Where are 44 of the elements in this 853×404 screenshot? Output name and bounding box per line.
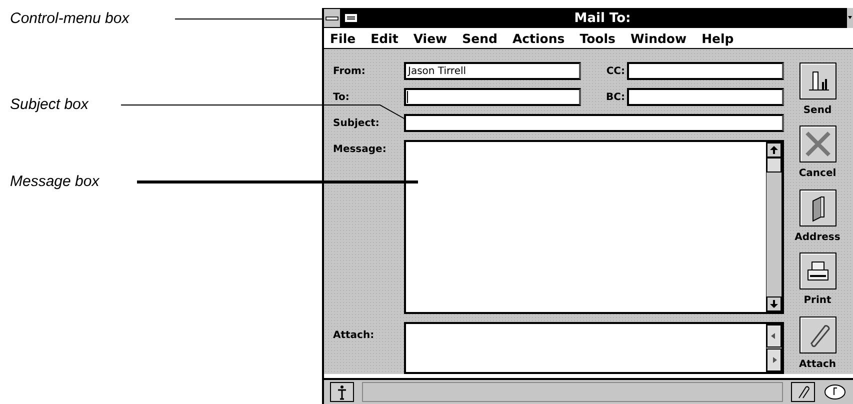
subject-field[interactable]	[404, 114, 784, 132]
toolbar-button[interactable]: Address	[794, 188, 840, 248]
menu-item[interactable]: Window	[630, 30, 687, 46]
field-label: From:	[333, 66, 366, 76]
toolbar-button[interactable]: Cancel	[798, 125, 836, 184]
callout-label: Subject box	[10, 96, 88, 113]
attach-field[interactable]	[404, 322, 784, 374]
cc-field[interactable]	[627, 62, 784, 80]
toolbar-button[interactable]: Print	[798, 252, 836, 311]
menu-item[interactable]: Actions	[512, 30, 565, 46]
menu-item[interactable]: Send	[462, 30, 498, 46]
field-label: CC:	[606, 66, 625, 76]
field-label: Message:	[333, 143, 386, 155]
field-label: BC:	[606, 92, 625, 102]
person-icon[interactable]	[330, 382, 354, 402]
menu-item[interactable]: Tools	[580, 30, 616, 46]
printer-icon	[798, 252, 836, 290]
callout-label: Control-menu box	[10, 10, 130, 27]
toolbar-button[interactable]: Attach	[798, 316, 836, 374]
menu-item[interactable]: Edit	[370, 30, 398, 46]
to-field[interactable]	[404, 88, 581, 106]
toolbar-button[interactable]: Send	[798, 62, 836, 120]
callout-label: Message box	[10, 173, 100, 190]
paperclip-icon[interactable]	[791, 382, 815, 402]
scroll-buttons[interactable]	[766, 324, 782, 372]
envelope-icon	[344, 13, 358, 23]
book-icon	[798, 188, 836, 227]
text-cursor	[407, 91, 408, 103]
vertical-scrollbar[interactable]	[766, 142, 782, 312]
field-label: Subject:	[333, 118, 380, 128]
window-title: Mail To:	[573, 10, 632, 26]
minimize-button[interactable]	[847, 8, 853, 28]
field-label: Attach:	[333, 329, 374, 341]
from-field[interactable]: Jason Tirrell	[404, 62, 581, 80]
field-label: To:	[333, 92, 350, 102]
x-icon	[798, 125, 836, 164]
menu-item[interactable]: Help	[702, 30, 734, 46]
menu-item[interactable]: View	[413, 30, 448, 46]
paperclip-icon	[798, 316, 836, 354]
mailbox-icon	[798, 62, 836, 100]
message-field[interactable]	[404, 140, 784, 314]
control-menu-icon[interactable]	[324, 9, 340, 27]
menu-item[interactable]: File	[330, 30, 356, 46]
bc-field[interactable]	[627, 88, 784, 106]
